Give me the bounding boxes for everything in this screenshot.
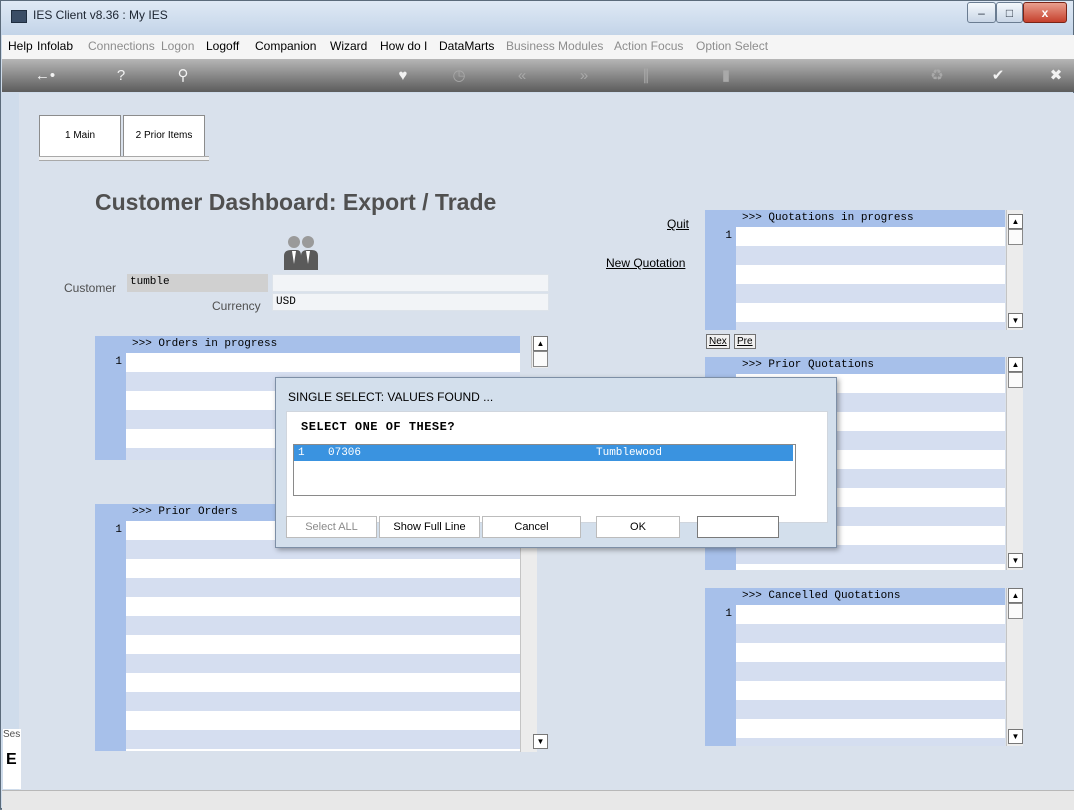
dialog-title: SINGLE SELECT: VALUES FOUND ... xyxy=(288,390,494,404)
grid-header: >>> Cancelled Quotations xyxy=(736,588,1005,605)
menu-datamarts[interactable]: DataMarts xyxy=(439,39,494,53)
list-item-code: 07306 xyxy=(328,447,362,459)
pin-icon[interactable]: ∥ xyxy=(629,59,663,92)
menu-help[interactable]: Help xyxy=(8,39,33,53)
forward-icon[interactable]: » xyxy=(567,59,601,92)
row-number: 1 xyxy=(115,356,122,368)
row-number: 1 xyxy=(725,230,732,242)
tab-underline xyxy=(39,156,209,161)
customer-label: Customer xyxy=(64,281,117,295)
show-full-line-button[interactable]: Show Full Line xyxy=(379,516,480,538)
menu-connections[interactable]: Connections xyxy=(88,39,155,53)
square-icon[interactable]: ▮ xyxy=(709,59,743,92)
app-icon xyxy=(11,10,27,23)
grid-rows[interactable] xyxy=(126,521,520,751)
scroll-thumb[interactable] xyxy=(1008,229,1023,245)
prior-quotations-scrollbar[interactable]: ▲ ▼ xyxy=(1006,357,1023,570)
help-icon[interactable]: ? xyxy=(104,59,138,92)
scroll-down-icon[interactable]: ▼ xyxy=(533,734,548,749)
session-label: Ses xyxy=(3,729,21,740)
row-number: 1 xyxy=(115,524,122,536)
tab-main[interactable]: 1 Main xyxy=(39,115,121,156)
session-panel: Ses E xyxy=(3,729,21,789)
menu-logon[interactable]: Logon xyxy=(161,39,194,53)
back-icon[interactable]: « xyxy=(505,59,539,92)
list-item-index: 1 xyxy=(298,447,305,459)
scroll-thumb[interactable] xyxy=(1008,603,1023,619)
scroll-up-icon[interactable]: ▲ xyxy=(1008,588,1023,603)
cancelled-quotations-scrollbar[interactable]: ▲ ▼ xyxy=(1006,588,1023,746)
grid-header: >>> Prior Quotations xyxy=(736,357,1005,374)
close-button[interactable]: x xyxy=(1023,2,1067,23)
prev-button[interactable]: Pre xyxy=(734,334,756,349)
menu-infolab[interactable]: Infolab xyxy=(37,39,73,53)
ok-button[interactable]: OK xyxy=(596,516,680,538)
values-list[interactable]: 1 07306 Tumblewood xyxy=(293,444,796,496)
orders-scrollbar[interactable]: ▲ xyxy=(531,336,548,368)
select-all-button[interactable]: Select ALL xyxy=(286,516,377,538)
page-title: Customer Dashboard: Export / Trade xyxy=(95,189,497,215)
scroll-thumb[interactable] xyxy=(1008,372,1023,388)
dialog-question: SELECT ONE OF THESE? xyxy=(301,420,456,434)
check-icon[interactable]: ✔ xyxy=(981,59,1015,92)
menu-action-focus[interactable]: Action Focus xyxy=(614,39,683,53)
currency-label: Currency xyxy=(212,299,261,313)
search-icon[interactable]: ⚲ xyxy=(166,59,200,92)
single-select-dialog: SINGLE SELECT: VALUES FOUND ... SELECT O… xyxy=(275,377,837,548)
menu-business-modules[interactable]: Business Modules xyxy=(506,39,603,53)
status-bar xyxy=(2,790,1074,810)
customer-name-field[interactable] xyxy=(272,274,549,292)
grid-rows[interactable] xyxy=(736,605,1005,746)
clock-icon[interactable]: ◷ xyxy=(442,59,476,92)
grid-header: >>> Orders in progress xyxy=(126,336,520,353)
scroll-thumb[interactable] xyxy=(533,351,548,367)
currency-field[interactable]: USD xyxy=(272,293,549,311)
tab-prior-items[interactable]: 2 Prior Items xyxy=(123,115,205,156)
menu-logoff[interactable]: Logoff xyxy=(206,39,239,53)
quotations-in-progress-grid[interactable]: 1 >>> Quotations in progress xyxy=(705,210,1005,330)
menu-bar: Help Infolab Connections Logon Logoff Co… xyxy=(2,35,1074,60)
session-icon[interactable]: E xyxy=(6,751,17,769)
grid-rows[interactable] xyxy=(736,227,1005,330)
recycle-icon[interactable]: ♻ xyxy=(920,59,954,92)
quit-link[interactable]: Quit xyxy=(667,217,689,231)
scroll-down-icon[interactable]: ▼ xyxy=(1008,553,1023,568)
close-circle-icon[interactable]: ✖ xyxy=(1039,59,1073,92)
row-number: 1 xyxy=(725,608,732,620)
menu-wizard[interactable]: Wizard xyxy=(330,39,367,53)
next-button[interactable]: Nex xyxy=(706,334,730,349)
heart-icon[interactable]: ♥ xyxy=(386,59,420,92)
customer-icon xyxy=(283,234,319,272)
prior-orders-scrollbar[interactable]: ▼ xyxy=(520,547,548,752)
menu-how-do-i[interactable]: How do I xyxy=(380,39,427,53)
scroll-up-icon[interactable]: ▲ xyxy=(533,336,548,351)
minimize-button[interactable]: – xyxy=(967,2,996,23)
toolbar: ←• ? ⚲ ♥ ◷ « » ∥ ▮ ♻ ✔ ✖ xyxy=(2,59,1074,92)
cancel-button[interactable]: Cancel xyxy=(482,516,581,538)
list-item-name: Tumblewood xyxy=(596,447,663,459)
scroll-down-icon[interactable]: ▼ xyxy=(1008,313,1023,328)
scroll-down-icon[interactable]: ▼ xyxy=(1008,729,1023,744)
app-window: IES Client v8.36 : My IES – □ x Help Inf… xyxy=(0,0,1074,810)
grid-header: >>> Quotations in progress xyxy=(736,210,1005,227)
menu-companion[interactable]: Companion xyxy=(255,39,316,53)
scroll-up-icon[interactable]: ▲ xyxy=(1008,357,1023,372)
new-quotation-link[interactable]: New Quotation xyxy=(606,256,685,270)
list-item[interactable]: 1 07306 Tumblewood xyxy=(294,445,793,461)
dialog-filter-input[interactable] xyxy=(697,516,779,538)
key-icon[interactable]: ←• xyxy=(28,59,62,92)
scroll-up-icon[interactable]: ▲ xyxy=(1008,214,1023,229)
quotations-scrollbar[interactable]: ▲ ▼ xyxy=(1006,210,1023,330)
maximize-button[interactable]: □ xyxy=(996,2,1023,23)
cancelled-quotations-grid[interactable]: 1 >>> Cancelled Quotations xyxy=(705,588,1005,746)
title-bar: IES Client v8.36 : My IES – □ x xyxy=(1,1,1073,35)
window-title: IES Client v8.36 : My IES xyxy=(33,8,168,22)
customer-field[interactable]: tumble xyxy=(127,274,268,292)
menu-option-select[interactable]: Option Select xyxy=(696,39,768,53)
